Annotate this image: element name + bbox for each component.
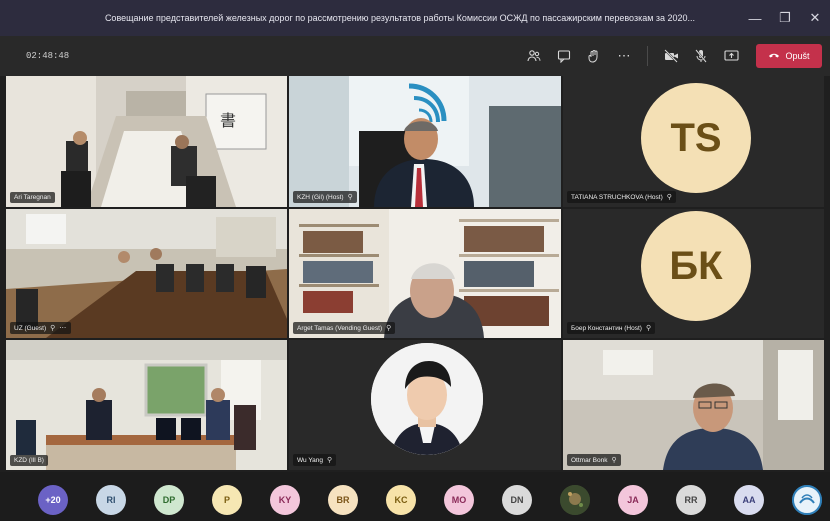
- mic-off-icon: ⚲: [666, 194, 672, 201]
- more-participants-button[interactable]: +20: [38, 485, 68, 515]
- participant-logo-avatar[interactable]: [792, 485, 822, 515]
- more-icon[interactable]: ⋯: [609, 43, 639, 69]
- meeting-title: Совещание представителей железных дорог …: [104, 13, 696, 23]
- participant-avatar[interactable]: RR: [676, 485, 706, 515]
- video-feed: [563, 340, 824, 470]
- participant-tile[interactable]: KZD (Ill B): [6, 340, 287, 470]
- participant-tile[interactable]: KZH (Gil) (Host) ⚲: [289, 76, 561, 207]
- mic-off-icon: ⚲: [611, 457, 617, 464]
- meeting-timer: 02:48:48: [26, 51, 70, 61]
- participant-avatar[interactable]: P: [212, 485, 242, 515]
- chat-icon[interactable]: [549, 43, 579, 69]
- participant-avatar[interactable]: JA: [618, 485, 648, 515]
- leave-label: Opušt: [785, 51, 810, 61]
- participant-tile[interactable]: Ottmar Bonk ⚲: [563, 340, 824, 470]
- participant-avatar[interactable]: DN: [502, 485, 532, 515]
- participant-tile[interactable]: Arget Tamas (Vending Guest) ⚲: [289, 209, 561, 338]
- video-feed: [289, 76, 561, 207]
- close-icon[interactable]: ✕: [800, 0, 830, 36]
- participant-tile[interactable]: UZ (Guest) ⚲ ⋯: [6, 209, 287, 338]
- video-feed: 書: [6, 76, 287, 207]
- raise-hand-icon[interactable]: [579, 43, 609, 69]
- toolbar-divider: [647, 46, 648, 66]
- participant-name-label: KZH (Gil) (Host) ⚲: [293, 191, 357, 203]
- teams-meeting-window: Совещание представителей железных дорог …: [0, 0, 830, 521]
- mic-off-icon[interactable]: [686, 43, 716, 69]
- participant-tile[interactable]: Wu Yang ⚲: [289, 340, 561, 470]
- participant-avatar[interactable]: AA: [734, 485, 764, 515]
- minimize-icon[interactable]: —: [740, 0, 770, 36]
- people-icon[interactable]: [519, 43, 549, 69]
- video-feed: [6, 340, 287, 470]
- participant-tile[interactable]: 書 Ari Taregnan: [6, 76, 287, 207]
- participant-tile[interactable]: TS TATIANA STRUCHKOVA (Host) ⚲: [563, 76, 824, 207]
- participant-avatar: БК: [641, 211, 751, 321]
- participant-name-label: UZ (Guest) ⚲ ⋯: [10, 322, 72, 334]
- video-feed: [289, 209, 561, 338]
- mic-off-icon: ⚲: [347, 194, 353, 201]
- participant-name-label: Wu Yang ⚲: [293, 454, 337, 466]
- participant-tile[interactable]: БК Боер Константин (Host) ⚲: [563, 209, 824, 338]
- mic-off-icon: ⚲: [327, 457, 333, 464]
- participant-avatar[interactable]: BR: [328, 485, 358, 515]
- participant-avatar[interactable]: KY: [270, 485, 300, 515]
- participant-name-label: Arget Tamas (Vending Guest) ⚲: [293, 322, 396, 334]
- participant-avatar[interactable]: MO: [444, 485, 474, 515]
- participant-name-label: Ari Taregnan: [10, 192, 55, 203]
- maximize-icon[interactable]: ❐: [770, 0, 800, 36]
- participant-name-label: Ottmar Bonk ⚲: [567, 454, 621, 466]
- participants-bar: +20 RI DP P KY BR KC MO DN JA RR AA: [0, 472, 830, 521]
- video-feed: [6, 209, 287, 338]
- participant-avatar: TS: [641, 83, 751, 193]
- participant-name-label: Боер Константин (Host) ⚲: [567, 322, 656, 334]
- phone-hangup-icon: [768, 51, 780, 61]
- more-icon[interactable]: ⋯: [59, 324, 67, 332]
- share-screen-icon[interactable]: [716, 43, 746, 69]
- mic-off-icon: ⚲: [645, 325, 652, 332]
- participant-photo-avatar[interactable]: [560, 485, 590, 515]
- svg-text:書: 書: [220, 111, 236, 130]
- leave-button[interactable]: Opušt: [756, 44, 822, 68]
- participant-avatar[interactable]: DP: [154, 485, 184, 515]
- mic-off-icon: ⚲: [386, 325, 392, 332]
- meeting-toolbar: 02:48:48 ⋯ Opušt: [0, 36, 830, 76]
- participant-avatar[interactable]: RI: [96, 485, 126, 515]
- title-bar: Совещание представителей железных дорог …: [0, 0, 830, 36]
- participant-name-label: TATIANA STRUCHKOVA (Host) ⚲: [567, 191, 676, 203]
- camera-off-icon[interactable]: [656, 43, 686, 69]
- video-grid: 書 Ari Taregnan KZH (Gil) (Host) ⚲ TS TAT…: [6, 76, 824, 470]
- participant-name-label: KZD (Ill B): [10, 455, 48, 466]
- participant-photo: [371, 343, 483, 455]
- participant-avatar[interactable]: KC: [386, 485, 416, 515]
- mic-off-icon: ⚲: [50, 325, 56, 332]
